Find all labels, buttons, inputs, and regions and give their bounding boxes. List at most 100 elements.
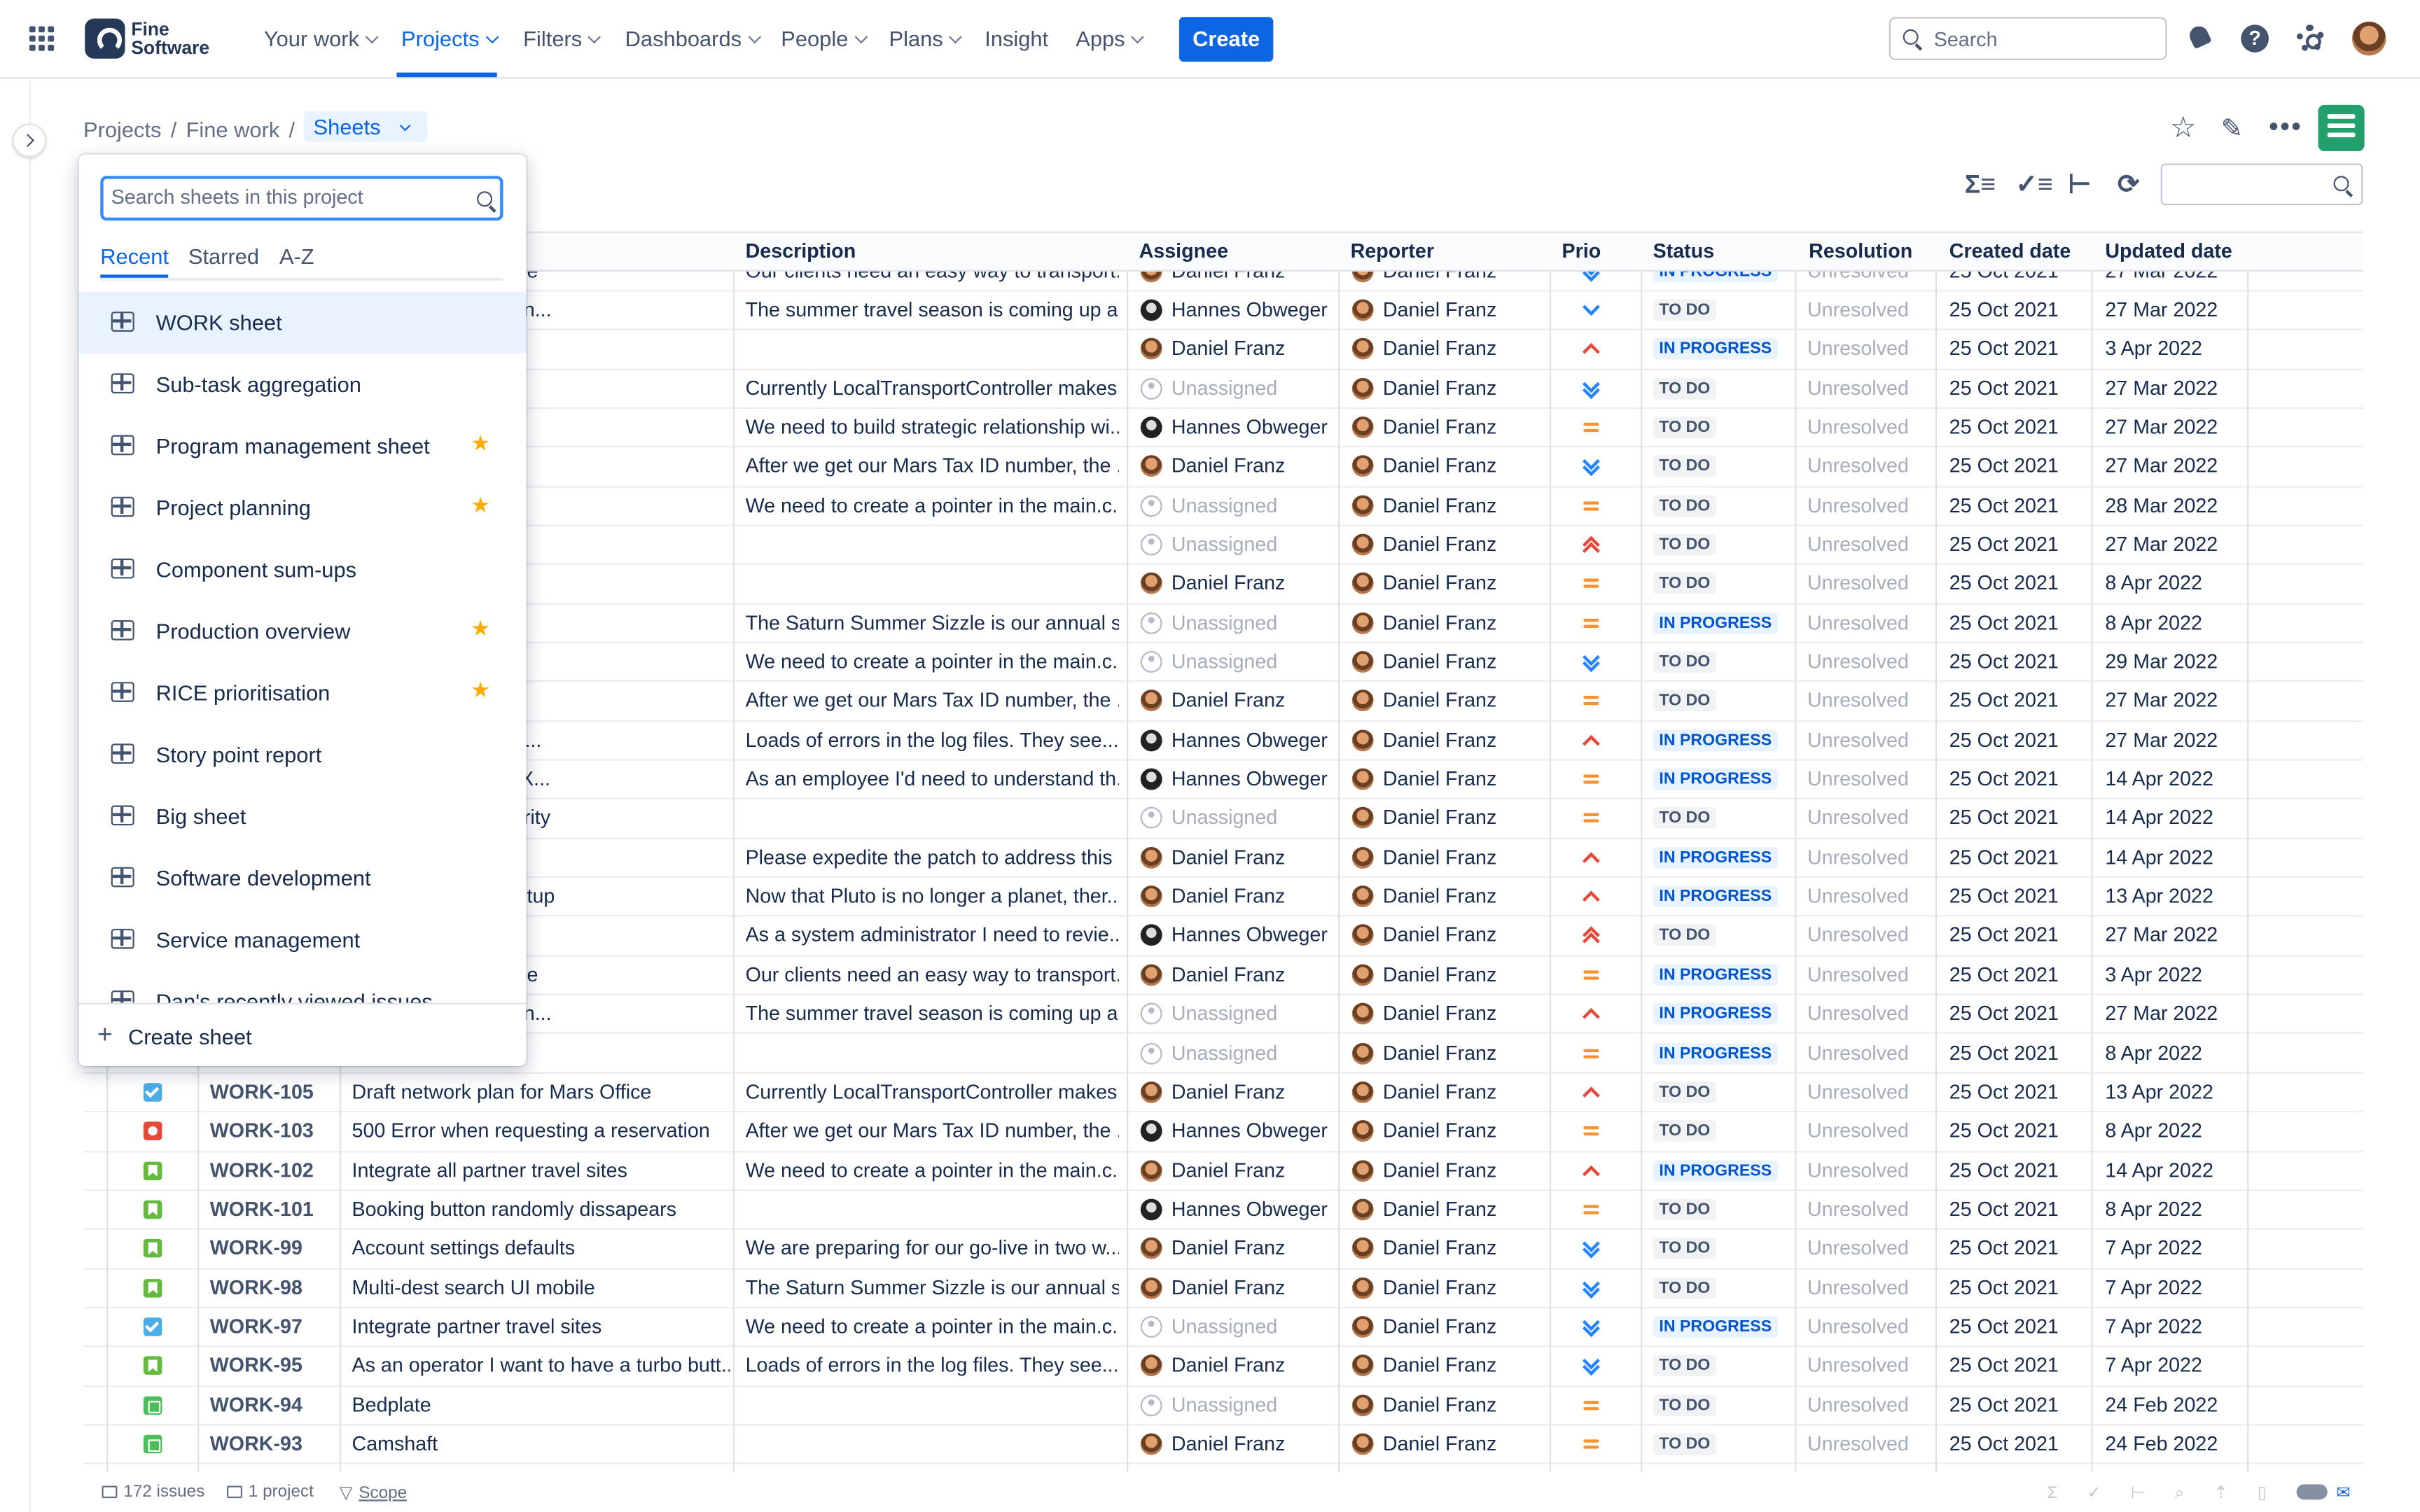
issue-summary[interactable]: Multi-dest search UI mobile (352, 1275, 730, 1298)
reporter-name[interactable]: Daniel Franz (1383, 571, 1496, 594)
reporter-name[interactable]: Daniel Franz (1383, 728, 1496, 751)
assignee-name[interactable]: Unassigned (1171, 1315, 1277, 1338)
table-row[interactable]: WORK-93 Camshaft Daniel Franz Daniel Franz T… (83, 1426, 2363, 1465)
create-sheet-button[interactable]: + Create sheet (78, 1002, 527, 1067)
status-badge[interactable]: TO DO (1653, 1354, 1717, 1377)
reporter-name[interactable]: Daniel Franz (1383, 1119, 1496, 1142)
assignee-name[interactable]: Hannes Obweger (1171, 415, 1328, 438)
issue-key[interactable]: WORK-95 (210, 1354, 302, 1377)
nav-people[interactable]: People (781, 26, 868, 51)
reporter-name[interactable]: Daniel Franz (1383, 454, 1496, 477)
status-badge[interactable]: TO DO (1653, 807, 1717, 830)
reporter-name[interactable]: Daniel Franz (1383, 493, 1496, 516)
status-badge[interactable]: TO DO (1653, 1394, 1717, 1416)
sheet-list-item[interactable]: Service management (78, 909, 526, 970)
status-badge[interactable]: TO DO (1653, 1081, 1717, 1103)
nav-apps[interactable]: Apps (1076, 26, 1144, 51)
more-actions-icon[interactable]: ••• (2269, 111, 2302, 144)
issue-summary[interactable]: Draft network plan for Mars Office (352, 1080, 730, 1103)
reporter-name[interactable]: Daniel Franz (1383, 1275, 1496, 1298)
table-row[interactable]: WORK-98 Multi-dest search UI mobile The Sa… (83, 1269, 2363, 1308)
reporter-name[interactable]: Daniel Franz (1383, 845, 1496, 868)
assignee-name[interactable]: Daniel Franz (1171, 571, 1285, 594)
issue-key[interactable]: WORK-99 (210, 1236, 302, 1259)
starred-icon[interactable]: ★ (471, 615, 490, 641)
sheet-list-item[interactable]: Big sheet (78, 785, 526, 847)
breadcrumb-project[interactable]: Fine work (186, 118, 280, 142)
sum-columns-icon[interactable]: Σ≡ (1965, 169, 1996, 200)
reporter-name[interactable]: Daniel Franz (1383, 415, 1496, 438)
table-row[interactable]: WORK-99 Account settings defaults We are p… (83, 1230, 2363, 1270)
sheet-list-item[interactable]: Project planning ★ (78, 477, 526, 538)
help-icon[interactable]: ? (2241, 24, 2269, 52)
status-badge[interactable]: TO DO (1653, 1198, 1717, 1221)
assignee-name[interactable]: Hannes Obweger (1171, 298, 1328, 321)
fine-software-logo-icon[interactable] (85, 18, 125, 59)
edit-pencil-icon[interactable]: ✎ (2221, 115, 2243, 141)
column-header[interactable]: Reporter (1351, 239, 1434, 262)
sheet-list-item[interactable]: Sub-task aggregation (78, 354, 526, 415)
reporter-name[interactable]: Daniel Franz (1383, 884, 1496, 907)
status-badge[interactable]: IN PROGRESS (1653, 612, 1778, 634)
settings-gear-icon[interactable] (2296, 24, 2325, 52)
reporter-name[interactable]: Daniel Franz (1383, 532, 1496, 555)
column-header[interactable]: Status (1653, 239, 1715, 262)
star-icon[interactable]: ☆ (2170, 114, 2197, 144)
notifications-icon[interactable] (2185, 24, 2213, 52)
issue-key[interactable]: WORK-98 (210, 1275, 302, 1298)
nav-dashboards[interactable]: Dashboards (625, 26, 761, 51)
status-badge[interactable]: IN PROGRESS (1653, 1159, 1778, 1182)
issue-summary[interactable]: Bedplate (352, 1392, 730, 1415)
assignee-name[interactable]: Unassigned (1171, 376, 1277, 399)
nav-plans[interactable]: Plans (889, 26, 962, 51)
column-header[interactable]: Description (746, 239, 856, 262)
reporter-name[interactable]: Daniel Franz (1383, 923, 1496, 946)
sheet-search-input[interactable] (111, 185, 459, 209)
table-row[interactable]: WORK-101 Booking button randomly dissapea… (83, 1191, 2363, 1231)
status-badge[interactable]: TO DO (1653, 455, 1717, 477)
issue-key[interactable]: WORK-103 (210, 1119, 314, 1142)
reporter-name[interactable]: Daniel Franz (1383, 1002, 1496, 1025)
reporter-name[interactable]: Daniel Franz (1383, 650, 1496, 673)
assignee-name[interactable]: Hannes Obweger (1171, 767, 1328, 790)
reporter-name[interactable]: Daniel Franz (1383, 1236, 1496, 1259)
global-search-input[interactable]: Search (1889, 17, 2167, 60)
status-badge[interactable]: IN PROGRESS (1653, 1042, 1778, 1064)
scope-link[interactable]: ▽ Scope (340, 1483, 407, 1502)
assignee-name[interactable]: Daniel Franz (1171, 884, 1285, 907)
app-switcher-icon[interactable] (29, 26, 55, 51)
status-badge[interactable]: TO DO (1653, 377, 1717, 399)
nav-your-work[interactable]: Your work (264, 26, 378, 51)
status-badge[interactable]: IN PROGRESS (1653, 1315, 1778, 1338)
column-header[interactable]: Resolution (1809, 239, 1912, 262)
status-badge[interactable]: TO DO (1653, 416, 1717, 438)
status-badge[interactable]: IN PROGRESS (1653, 768, 1778, 790)
assignee-name[interactable]: Daniel Franz (1171, 337, 1285, 360)
assignee-name[interactable]: Unassigned (1171, 493, 1277, 516)
sheet-list-item[interactable]: Program management sheet ★ (78, 415, 526, 477)
sheet-list-item[interactable]: Production overview ★ (78, 600, 526, 662)
issue-summary[interactable]: Integrate all partner travel sites (352, 1158, 730, 1181)
reporter-name[interactable]: Daniel Franz (1383, 962, 1496, 986)
assignee-name[interactable]: Daniel Franz (1171, 1275, 1285, 1298)
status-badge[interactable]: TO DO (1653, 533, 1717, 556)
reporter-name[interactable]: Daniel Franz (1383, 337, 1496, 360)
sheet-list-item[interactable]: Dan's recently viewed issues (78, 970, 526, 1003)
issue-key[interactable]: WORK-93 (210, 1432, 302, 1455)
sheets-app-icon[interactable] (2318, 104, 2365, 151)
status-badge[interactable]: TO DO (1653, 494, 1717, 517)
refresh-icon[interactable]: ⟳ (2118, 169, 2139, 200)
table-row[interactable]: WORK-102 Integrate all partner travel sit… (83, 1152, 2363, 1191)
user-avatar[interactable] (2352, 21, 2386, 56)
assignee-name[interactable]: Hannes Obweger (1171, 923, 1328, 946)
column-header[interactable]: Prio (1562, 239, 1601, 262)
issue-key[interactable]: WORK-101 (210, 1197, 314, 1220)
starred-icon[interactable]: ★ (471, 430, 490, 456)
assignee-name[interactable]: Unassigned (1171, 806, 1277, 829)
assignee-name[interactable]: Daniel Franz (1171, 1236, 1285, 1259)
issue-key[interactable]: WORK-94 (210, 1392, 302, 1415)
column-header[interactable]: Updated date (2105, 239, 2232, 262)
status-badge[interactable]: TO DO (1653, 690, 1717, 712)
sheet-list-item[interactable]: WORK sheet (78, 291, 527, 354)
assignee-name[interactable]: Unassigned (1171, 1392, 1277, 1415)
